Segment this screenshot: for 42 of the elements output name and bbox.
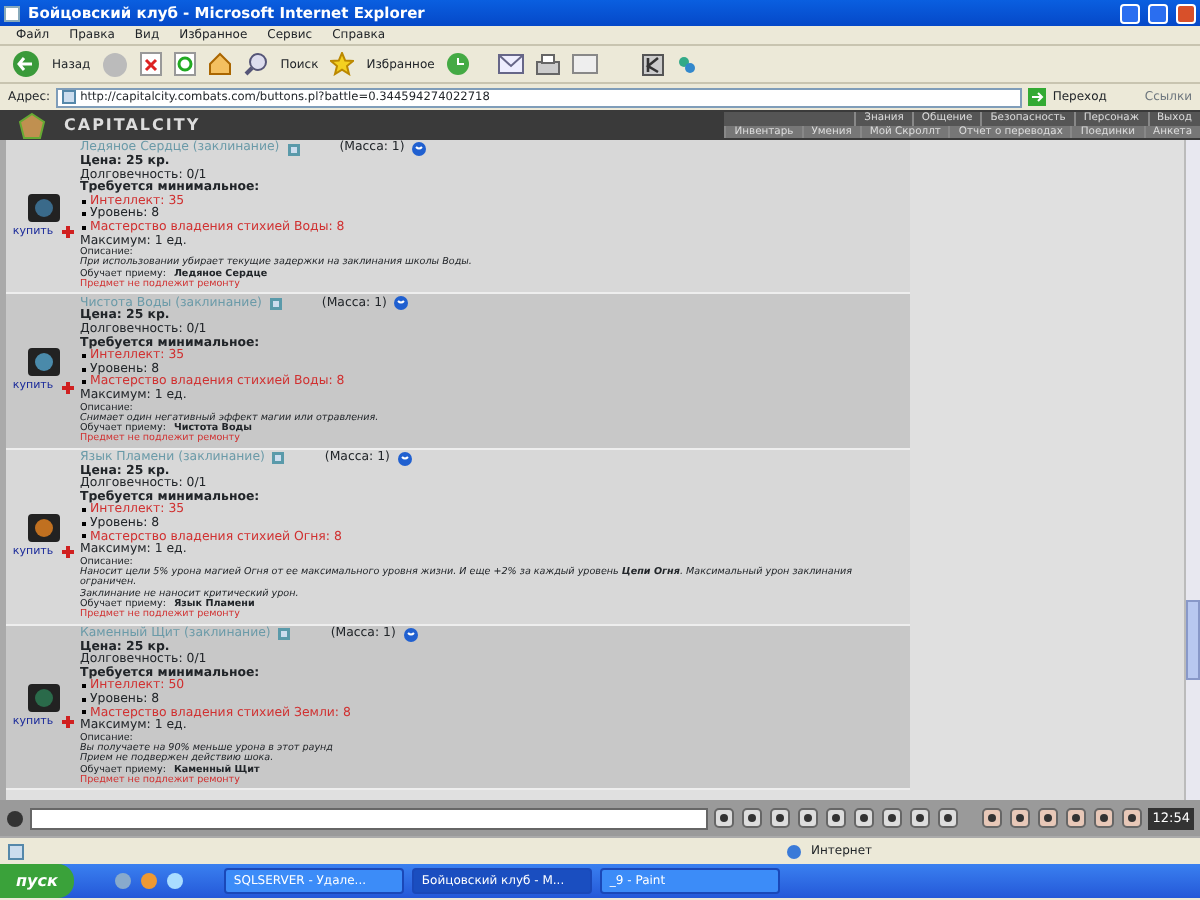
chat-input[interactable] xyxy=(30,807,709,829)
chat-tool-icon[interactable] xyxy=(1122,808,1143,828)
search-icon[interactable] xyxy=(244,52,269,76)
scroll-thumb[interactable] xyxy=(1186,600,1200,680)
plus-icon[interactable] xyxy=(61,381,74,394)
scrollbar[interactable] xyxy=(1184,140,1200,800)
star-icon[interactable] xyxy=(330,52,355,76)
minimize-button[interactable] xyxy=(1120,3,1140,23)
go-icon[interactable] xyxy=(1028,88,1047,106)
printer-icon[interactable] xyxy=(536,53,561,75)
plus-icon[interactable] xyxy=(61,716,74,729)
chat-tool-icon[interactable] xyxy=(1066,808,1087,828)
people-icon[interactable] xyxy=(676,53,699,75)
chat-tool-icon[interactable] xyxy=(770,808,791,828)
back-icon[interactable] xyxy=(12,50,40,78)
history-icon[interactable] xyxy=(446,52,471,76)
chat-tool-icon[interactable] xyxy=(982,808,1003,828)
start-button[interactable]: пуск xyxy=(0,864,74,898)
app-icon xyxy=(4,5,20,21)
logo-text: CAPITALCITY xyxy=(64,113,203,137)
chat-tool-icon[interactable] xyxy=(882,808,903,828)
chat-tool-icon[interactable] xyxy=(742,808,763,828)
chat-tool-icon[interactable] xyxy=(1094,808,1115,828)
letter-k-icon[interactable] xyxy=(642,53,665,75)
close-button[interactable] xyxy=(1176,3,1196,23)
chat-tool-icon[interactable] xyxy=(1010,808,1031,828)
plus-icon[interactable] xyxy=(61,546,74,559)
page-icon xyxy=(8,843,24,859)
chat-tool-icon[interactable] xyxy=(714,808,735,828)
chat-tool-icon[interactable] xyxy=(798,808,819,828)
chat-tool-icon[interactable] xyxy=(826,808,847,828)
mail-icon[interactable] xyxy=(498,54,525,74)
maximize-button[interactable] xyxy=(1148,3,1168,23)
stop-icon[interactable] xyxy=(140,52,163,76)
home-icon[interactable] xyxy=(208,52,233,76)
plus-icon[interactable] xyxy=(61,226,74,239)
chat-tool-icon[interactable] xyxy=(938,808,959,828)
chat-tool-icon[interactable] xyxy=(854,808,875,828)
chat-tool-icon[interactable] xyxy=(910,808,931,828)
page-icon xyxy=(62,90,77,104)
chat-tool-icon[interactable] xyxy=(1038,808,1059,828)
refresh-icon[interactable] xyxy=(174,52,197,76)
